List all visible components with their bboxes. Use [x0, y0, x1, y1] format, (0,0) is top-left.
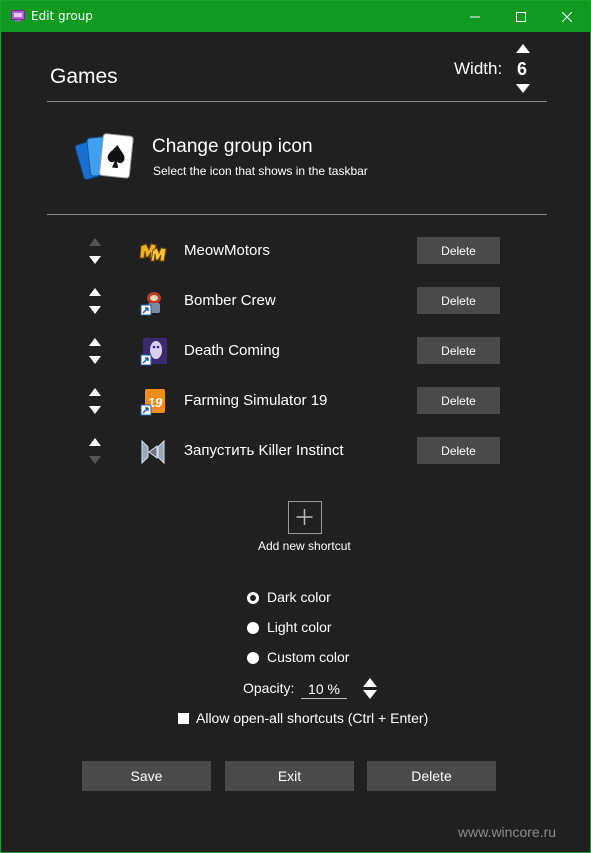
shortcut-row: Bomber Crew Delete	[1, 287, 590, 338]
opacity-increase-arrow-icon[interactable]	[363, 678, 377, 687]
shortcut-name: Bomber Crew	[184, 292, 276, 309]
cards-spade-icon[interactable]	[73, 129, 137, 187]
opacity-decrease-arrow-icon[interactable]	[363, 690, 377, 699]
move-up-arrow-icon[interactable]	[89, 288, 101, 296]
radio-indicator	[247, 652, 259, 664]
delete-shortcut-button[interactable]: Delete	[417, 237, 500, 264]
move-down-arrow-icon[interactable]	[89, 356, 101, 364]
maximize-button[interactable]	[498, 1, 544, 32]
edit-group-window: Edit group Games Width: 6 Change group i…	[0, 0, 591, 853]
shortcut-name: MeowMotors	[184, 242, 270, 259]
close-button[interactable]	[544, 1, 590, 32]
plus-icon	[296, 509, 313, 525]
open-all-shortcuts-label: Allow open-all shortcuts (Ctrl + Enter)	[196, 710, 429, 726]
title-bar[interactable]: Edit group	[1, 1, 590, 32]
open-all-shortcuts-checkbox[interactable]: Allow open-all shortcuts (Ctrl + Enter)	[178, 710, 478, 728]
delete-shortcut-button[interactable]: Delete	[417, 387, 500, 414]
window-title: Edit group	[31, 9, 93, 23]
width-increase-arrow-icon[interactable]	[516, 44, 530, 53]
opacity-label: Opacity:	[243, 680, 295, 696]
dark-color-label: Dark color	[267, 589, 331, 605]
app-window-icon	[11, 10, 25, 22]
shortcut-row: MeowMotors Delete	[1, 237, 590, 288]
farming-simulator-19-game-icon: 19	[140, 389, 165, 416]
delete-shortcut-button[interactable]: Delete	[417, 287, 500, 314]
radio-indicator	[247, 622, 259, 634]
custom-color-radio[interactable]: Custom color	[247, 649, 377, 667]
minimize-button[interactable]	[452, 1, 498, 32]
maximize-icon	[516, 11, 526, 22]
light-color-label: Light color	[267, 619, 332, 635]
delete-group-button[interactable]: Delete	[367, 761, 496, 791]
shortcut-row: 19 Farming Simulator 19 Delete	[1, 387, 590, 438]
move-up-arrow-icon[interactable]	[89, 388, 101, 396]
exit-button[interactable]: Exit	[225, 761, 354, 791]
delete-shortcut-button[interactable]: Delete	[417, 337, 500, 364]
move-down-arrow-icon[interactable]	[89, 256, 101, 264]
move-up-arrow-icon[interactable]	[89, 438, 101, 446]
width-value: 6	[517, 59, 528, 79]
shortcut-name: Запустить Killer Instinct	[184, 442, 344, 459]
shortcut-row: Death Coming Delete	[1, 337, 590, 388]
bomber-crew-game-icon	[140, 292, 161, 316]
group-name-field[interactable]: Games	[50, 65, 118, 89]
shortcut-row: Запустить Killer Instinct Delete	[1, 437, 590, 488]
minimize-icon	[470, 16, 480, 17]
dark-color-radio[interactable]: Dark color	[247, 589, 377, 607]
header-divider	[47, 101, 547, 102]
width-label: Width:	[454, 59, 503, 78]
move-down-arrow-icon[interactable]	[89, 306, 101, 314]
checkbox-box	[178, 713, 189, 724]
opacity-input[interactable]: 10 %	[301, 679, 347, 699]
move-up-arrow-icon[interactable]	[89, 238, 101, 246]
killer-instinct-game-icon	[141, 439, 165, 465]
meowmotors-game-icon	[139, 243, 167, 262]
shortcut-name: Death Coming	[184, 342, 280, 359]
move-down-arrow-icon[interactable]	[89, 406, 101, 414]
change-icon-subtitle: Select the icon that shows in the taskba…	[153, 164, 368, 178]
delete-shortcut-button[interactable]: Delete	[417, 437, 500, 464]
shortcut-name: Farming Simulator 19	[184, 392, 328, 409]
move-down-arrow-icon[interactable]	[89, 456, 101, 464]
add-shortcut-button[interactable]	[288, 501, 322, 534]
watermark: www.wincore.ru	[458, 824, 557, 840]
custom-color-label: Custom color	[267, 649, 350, 665]
close-icon	[562, 11, 572, 22]
icon-divider	[47, 214, 547, 215]
change-icon-title[interactable]: Change group icon	[152, 136, 313, 158]
radio-selected-indicator	[247, 592, 259, 604]
move-up-arrow-icon[interactable]	[89, 338, 101, 346]
save-button[interactable]: Save	[82, 761, 211, 791]
death-coming-game-icon	[140, 338, 167, 366]
width-decrease-arrow-icon[interactable]	[516, 84, 530, 93]
add-shortcut-label[interactable]: Add new shortcut	[258, 539, 351, 553]
light-color-radio[interactable]: Light color	[247, 619, 377, 637]
